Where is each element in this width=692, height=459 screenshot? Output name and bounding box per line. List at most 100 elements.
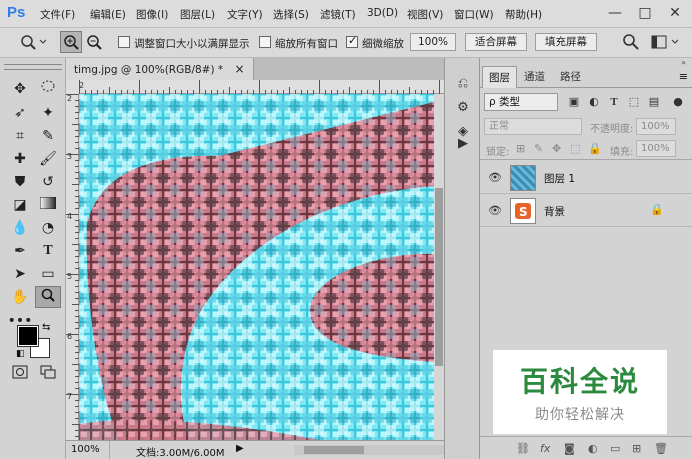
menu-filter[interactable]: 滤镜(T) xyxy=(320,7,356,22)
horizontal-scroll-thumb[interactable] xyxy=(304,446,364,454)
menu-edit[interactable]: 编辑(E) xyxy=(90,7,126,22)
eraser-tool-icon[interactable]: ◪ xyxy=(7,194,33,216)
delete-layer-icon[interactable]: 🗑 xyxy=(654,442,668,455)
tab-layers[interactable]: 图层 xyxy=(482,66,517,88)
filter-pixel-icon[interactable]: ▣ xyxy=(566,94,582,110)
path-selection-tool-icon[interactable]: ➤ xyxy=(7,263,33,285)
vertical-scroll-thumb[interactable] xyxy=(435,188,443,366)
new-adjustment-icon[interactable]: ◐ xyxy=(588,442,598,455)
add-mask-icon[interactable]: ◙ xyxy=(564,442,575,455)
clone-stamp-tool-icon[interactable]: ⛊ xyxy=(7,171,33,193)
horizontal-ruler[interactable]: 2 xyxy=(79,80,444,94)
opacity-input[interactable]: 100% xyxy=(636,118,676,135)
filter-shape-icon[interactable]: ⬚ xyxy=(626,94,642,110)
type-tool-icon[interactable]: T xyxy=(35,240,61,262)
zoom-all-windows-checkbox[interactable] xyxy=(259,36,271,48)
tab-channels[interactable]: 通道 xyxy=(518,66,551,88)
menu-view[interactable]: 视图(V) xyxy=(407,7,443,22)
zoom-in-icon[interactable] xyxy=(60,31,82,53)
pen-tool-icon[interactable]: ✒ xyxy=(7,240,33,262)
default-colors-icon[interactable]: ◧ xyxy=(16,349,25,359)
panel-menu-icon[interactable]: ≡ xyxy=(679,70,688,83)
vertical-ruler[interactable]: 2 3 4 5 6 7 xyxy=(66,94,79,440)
history-brush-tool-icon[interactable]: ↺ xyxy=(35,171,61,193)
tab-paths[interactable]: 路径 xyxy=(554,66,587,88)
filter-toggle-icon[interactable]: ● xyxy=(670,94,686,110)
quick-mask-icon[interactable] xyxy=(7,364,33,386)
layer-filter-select[interactable]: ρ 类型 xyxy=(484,93,558,111)
toolbar-grip[interactable] xyxy=(4,64,62,70)
marquee-tool-icon[interactable] xyxy=(35,78,61,100)
horizontal-scrollbar[interactable] xyxy=(294,445,444,455)
layer-row-layer1[interactable]: 👁 图层 1 xyxy=(480,162,692,194)
resize-windows-checkbox[interactable] xyxy=(118,36,130,48)
swap-colors-icon[interactable]: ⇆ xyxy=(42,322,50,333)
history-panel-icon[interactable]: ⎌ xyxy=(453,74,473,94)
layer-name[interactable]: 图层 1 xyxy=(544,171,575,186)
workspace-switcher-icon[interactable] xyxy=(650,33,686,51)
filter-smart-object-icon[interactable]: ▤ xyxy=(646,94,662,110)
dodge-tool-icon[interactable]: ◔ xyxy=(35,217,61,239)
brush-tool-icon[interactable]: 🖌 xyxy=(35,148,61,170)
ruler-origin[interactable] xyxy=(66,80,79,94)
fill-input[interactable]: 100% xyxy=(636,140,676,157)
lock-image-icon[interactable]: ✎ xyxy=(534,142,543,155)
search-icon[interactable] xyxy=(622,33,640,51)
healing-brush-tool-icon[interactable]: ✚ xyxy=(7,148,33,170)
document-tab[interactable]: timg.jpg @ 100%(RGB/8#) * × xyxy=(66,58,254,80)
document-canvas[interactable] xyxy=(79,94,434,440)
lock-position-icon[interactable]: ✥ xyxy=(552,142,561,155)
close-window-button[interactable]: ✕ xyxy=(664,4,686,22)
zoom-out-icon[interactable] xyxy=(84,32,104,52)
magic-wand-tool-icon[interactable]: ✦ xyxy=(35,102,61,124)
lock-all-icon[interactable]: 🔒 xyxy=(588,142,602,155)
vertical-scrollbar[interactable] xyxy=(434,94,444,440)
hand-tool-icon[interactable]: ✋ xyxy=(7,286,33,308)
new-group-icon[interactable]: ▭ xyxy=(610,442,620,455)
blend-mode-select[interactable]: 正常 xyxy=(484,118,582,135)
menu-image[interactable]: 图像(I) xyxy=(136,7,168,22)
visibility-eye-icon[interactable]: 👁 xyxy=(488,204,502,217)
gradient-tool-icon[interactable] xyxy=(35,194,61,216)
zoom-tool-preset-icon[interactable] xyxy=(18,33,48,51)
lock-artboard-icon[interactable]: ⬚ xyxy=(570,142,580,155)
fit-screen-button[interactable]: 适合屏幕 xyxy=(465,33,527,51)
rectangle-tool-icon[interactable]: ▭ xyxy=(35,263,61,285)
lock-transparent-icon[interactable]: ⊞ xyxy=(516,142,525,155)
menu-window[interactable]: 窗口(W) xyxy=(454,7,494,22)
scrubby-zoom-checkbox[interactable] xyxy=(346,34,358,48)
foreground-color-swatch-front[interactable] xyxy=(17,325,39,347)
visibility-eye-icon[interactable]: 👁 xyxy=(488,171,502,184)
layer-row-background[interactable]: 👁 S 背景 🔒 xyxy=(480,195,692,227)
crop-tool-icon[interactable]: ⌗ xyxy=(7,125,33,147)
menu-3d[interactable]: 3D(D) xyxy=(367,7,398,19)
menu-help[interactable]: 帮助(H) xyxy=(505,7,542,22)
eyedropper-tool-icon[interactable]: ✎ xyxy=(35,125,61,147)
menu-type[interactable]: 文字(Y) xyxy=(227,7,263,22)
play-actions-icon[interactable]: ▶ xyxy=(453,134,473,154)
screen-mode-icon[interactable] xyxy=(35,364,61,386)
menu-file[interactable]: 文件(F) xyxy=(40,7,75,22)
lock-icon[interactable]: 🔒 xyxy=(650,203,664,216)
blur-tool-icon[interactable]: 💧 xyxy=(7,217,33,239)
link-layers-icon[interactable]: ⛓ xyxy=(516,442,530,455)
zoom-tool-icon[interactable] xyxy=(35,286,61,308)
status-zoom-field[interactable]: 100% xyxy=(66,441,110,459)
filter-type-icon[interactable]: T xyxy=(606,94,622,110)
filter-adjustment-icon[interactable]: ◐ xyxy=(586,94,602,110)
properties-panel-icon[interactable]: ⚙ xyxy=(453,98,473,118)
status-doc-size[interactable]: 文档:3.00M/6.00M xyxy=(136,444,225,459)
layer-style-icon[interactable]: fx xyxy=(540,442,550,455)
move-tool-icon[interactable]: ✥ xyxy=(7,78,33,100)
maximize-button[interactable]: □ xyxy=(634,4,656,22)
menu-select[interactable]: 选择(S) xyxy=(273,7,309,22)
menu-layer[interactable]: 图层(L) xyxy=(180,7,215,22)
new-layer-icon[interactable]: ⊞ xyxy=(632,442,641,455)
fill-screen-button[interactable]: 填充屏幕 xyxy=(535,33,597,51)
status-menu-arrow-icon[interactable]: ▶ xyxy=(236,443,244,454)
minimize-button[interactable]: — xyxy=(604,4,626,22)
close-document-icon[interactable]: × xyxy=(234,62,244,76)
layer-name[interactable]: 背景 xyxy=(544,204,565,219)
lasso-tool-icon[interactable]: ➶ xyxy=(7,102,33,124)
percent-100-button[interactable]: 100% xyxy=(410,33,456,51)
